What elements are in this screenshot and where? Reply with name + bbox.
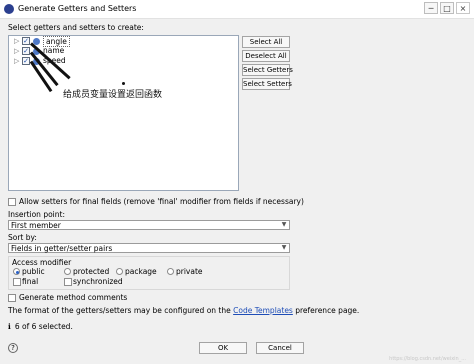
radio-private-label: private (176, 267, 203, 276)
insertion-point-select[interactable]: First member ▼ (8, 220, 290, 230)
window-title: Generate Getters and Setters (18, 4, 137, 13)
expand-icon[interactable]: ▷ (14, 37, 19, 45)
access-modifier-label: Access modifier (12, 258, 72, 267)
dialog-window: Generate Getters and Setters ─ □ × Selec… (0, 0, 474, 364)
checkbox-name[interactable]: ✓ (22, 47, 30, 55)
select-getters-button[interactable]: Select Getters (242, 64, 293, 76)
select-setters-button[interactable]: Select Setters (242, 78, 292, 90)
close-button[interactable]: × (456, 2, 470, 14)
annotation-dot (122, 82, 125, 85)
selected-count-text: ℹ6 of 6 selected. (8, 322, 73, 331)
access-modifier-group: Access modifier public protected package… (8, 256, 290, 290)
insertion-point-label: Insertion point: (8, 210, 65, 219)
cancel-button[interactable]: Cancel (256, 342, 304, 354)
sort-by-select[interactable]: Fields in getter/setter pairs ▼ (8, 243, 290, 253)
instructions-label: Select getters and setters to create: (8, 23, 144, 32)
generate-comments-label: Generate method comments (19, 293, 128, 302)
radio-protected[interactable] (64, 268, 71, 275)
final-label: final (22, 277, 39, 286)
deselect-all-button[interactable]: Deselect All (242, 50, 290, 62)
radio-private[interactable] (167, 268, 174, 275)
tree-label-name: name (43, 46, 65, 55)
checkbox-angle[interactable]: ✓ (22, 37, 30, 45)
expand-icon[interactable]: ▷ (14, 57, 19, 65)
template-info-prefix: The format of the getters/setters may be… (8, 306, 234, 315)
synchronized-checkbox[interactable] (64, 278, 72, 286)
template-info-text: The format of the getters/setters may be… (8, 306, 359, 315)
sort-by-label: Sort by: (8, 233, 37, 242)
chevron-down-icon[interactable]: ▼ (280, 244, 288, 252)
radio-package-label: package (125, 267, 157, 276)
help-icon[interactable]: ? (8, 343, 18, 353)
template-info-suffix: preference page. (292, 306, 360, 315)
final-checkbox[interactable] (13, 278, 21, 286)
ok-button[interactable]: OK (199, 342, 247, 354)
allow-setters-label: Allow setters for final fields (remove '… (19, 197, 304, 206)
getter-setter-tree[interactable]: ▷ ✓ angle ▷ ✓ name ▷ ✓ speed (8, 35, 239, 191)
chevron-down-icon[interactable]: ▼ (280, 221, 288, 229)
radio-public-label: public (22, 267, 45, 276)
radio-package[interactable] (116, 268, 123, 275)
watermark-text: https://blog.csdn.net/weixin_... (389, 356, 466, 362)
tree-item-angle[interactable]: ▷ ✓ angle (9, 36, 237, 47)
info-icon: ℹ (8, 322, 11, 331)
code-templates-link[interactable]: Code Templates (233, 306, 293, 315)
sort-by-value: Fields in getter/setter pairs (11, 244, 113, 253)
checkbox-speed[interactable]: ✓ (22, 57, 30, 65)
radio-protected-label: protected (73, 267, 110, 276)
insertion-point-value: First member (11, 221, 61, 230)
synchronized-label: synchronized (73, 277, 123, 286)
app-icon (4, 4, 14, 14)
maximize-button[interactable]: □ (440, 2, 454, 14)
annotation-text: 给成员变量设置返回函数 (63, 90, 163, 100)
expand-icon[interactable]: ▷ (14, 47, 19, 55)
select-all-button[interactable]: Select All (242, 36, 290, 48)
radio-public[interactable] (13, 268, 20, 275)
generate-comments-checkbox[interactable] (8, 294, 16, 302)
allow-setters-checkbox[interactable] (8, 198, 16, 206)
selected-count-value: 6 of 6 selected. (14, 322, 73, 331)
minimize-button[interactable]: ─ (424, 2, 438, 14)
title-bar: Generate Getters and Setters ─ □ × (0, 0, 474, 19)
